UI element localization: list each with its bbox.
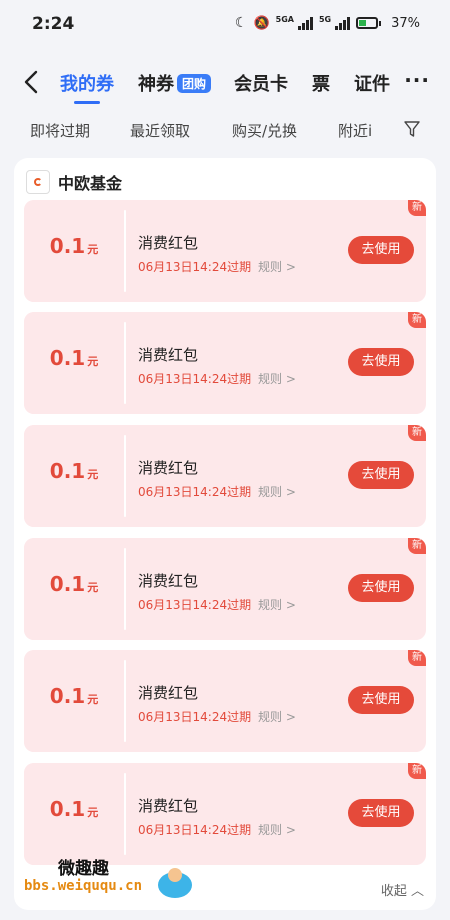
coupon-title: 消费红包 bbox=[138, 234, 199, 252]
coupon-amount: 0.1 元 bbox=[49, 797, 99, 821]
coupon-rules-link[interactable]: 规则 > bbox=[258, 821, 296, 838]
watermark: 微趣趣 bbs.weiququ.cn bbox=[14, 848, 214, 900]
signal-icon bbox=[297, 16, 313, 30]
status-bar: 2:24 ☾ 🔕 5GA 5G 37% bbox=[0, 0, 450, 52]
chevron-up-icon: ︿ bbox=[410, 884, 424, 899]
tab-member-card[interactable]: 会员卡 bbox=[234, 70, 288, 96]
new-badge: 新 bbox=[408, 312, 426, 328]
tab-super-coupons[interactable]: 神券 团购 bbox=[138, 70, 212, 96]
network-label-1: 5GA bbox=[275, 15, 294, 24]
network-label-2: 5G bbox=[318, 15, 332, 24]
coupon-amount: 0.1 元 bbox=[49, 234, 99, 258]
use-coupon-button[interactable]: 去使用 bbox=[348, 236, 414, 264]
mute-icon: 🔕 bbox=[253, 15, 270, 31]
new-badge: 新 bbox=[408, 200, 426, 216]
watermark-title: 微趣趣 bbox=[58, 859, 109, 879]
filter-expiring[interactable]: 即将过期 bbox=[30, 120, 90, 141]
new-badge: 新 bbox=[408, 425, 426, 441]
use-coupon-button[interactable]: 去使用 bbox=[348, 461, 414, 489]
status-icons: ☾ 🔕 5GA 5G 37% bbox=[235, 15, 420, 31]
coupon-expiry: 06月13日14:24过期 bbox=[138, 710, 252, 724]
coupon-expiry: 06月13日14:24过期 bbox=[138, 485, 252, 499]
coupon-item: 0.1 元 消费红包 06月13日14:24过期 规则 > 去使用 新 bbox=[24, 200, 426, 302]
tab-tickets[interactable]: 票 bbox=[312, 70, 330, 96]
battery-percent: 37% bbox=[391, 15, 420, 31]
use-coupon-button[interactable]: 去使用 bbox=[348, 799, 414, 827]
coupon-amount: 0.1 元 bbox=[49, 572, 99, 596]
coupon-item: 0.1 元 消费红包 06月13日14:24过期 规则 > 去使用 新 bbox=[24, 650, 426, 752]
mascot-icon bbox=[158, 868, 192, 898]
coupon-expiry: 06月13日14:24过期 bbox=[138, 598, 252, 612]
status-time: 2:24 bbox=[32, 14, 75, 34]
collapse-button[interactable]: 收起 ︿ bbox=[381, 880, 424, 899]
brand-logo bbox=[26, 170, 50, 194]
signal-icon-2 bbox=[335, 16, 351, 30]
coupon-rules-link[interactable]: 规则 > bbox=[258, 596, 296, 613]
new-badge: 新 bbox=[408, 538, 426, 554]
coupon-item: 0.1 元 消费红包 06月13日14:24过期 规则 > 去使用 新 bbox=[24, 538, 426, 640]
filter-bar: 即将过期 最近领取 购买/兑换 附近i bbox=[0, 118, 450, 144]
use-coupon-button[interactable]: 去使用 bbox=[348, 686, 414, 714]
coupon-expiry: 06月13日14:24过期 bbox=[138, 260, 252, 274]
back-arrow-icon[interactable] bbox=[20, 68, 44, 96]
coupon-title: 消费红包 bbox=[138, 797, 199, 815]
coupon-amount: 0.1 元 bbox=[49, 459, 99, 483]
coupon-item: 0.1 元 消费红包 06月13日14:24过期 规则 > 去使用 新 bbox=[24, 312, 426, 414]
tab-my-coupons[interactable]: 我的券 bbox=[60, 70, 114, 104]
top-nav: 我的券 神券 团购 会员卡 票 证件 ··· bbox=[0, 62, 450, 104]
filter-nearby[interactable]: 附近i bbox=[338, 120, 378, 141]
coupon-expiry: 06月13日14:24过期 bbox=[138, 372, 252, 386]
brand-coupon-card: 中欧基金 0.1 元 消费红包 06月13日14:24过期 规则 > 去使用 新 … bbox=[14, 158, 436, 910]
tab-documents[interactable]: 证件 bbox=[354, 70, 390, 96]
filter-funnel-icon[interactable] bbox=[404, 120, 420, 138]
coupon-title: 消费红包 bbox=[138, 346, 199, 364]
moon-icon: ☾ bbox=[234, 15, 248, 31]
watermark-url: bbs.weiququ.cn bbox=[24, 878, 143, 894]
new-badge: 新 bbox=[408, 763, 426, 779]
new-badge: 新 bbox=[408, 650, 426, 666]
collapse-label: 收起 bbox=[380, 884, 407, 899]
coupon-rules-link[interactable]: 规则 > bbox=[258, 708, 296, 725]
brand-header: 中欧基金 bbox=[26, 170, 122, 194]
coupon-amount: 0.1 元 bbox=[49, 346, 99, 370]
coupon-title: 消费红包 bbox=[138, 684, 199, 702]
group-buy-badge: 团购 bbox=[177, 74, 212, 93]
tab-super-coupons-label: 神券 bbox=[138, 74, 174, 95]
filter-recent[interactable]: 最近领取 bbox=[130, 120, 190, 141]
coupon-expiry: 06月13日14:24过期 bbox=[138, 823, 252, 837]
use-coupon-button[interactable]: 去使用 bbox=[348, 574, 414, 602]
more-icon[interactable]: ··· bbox=[404, 68, 430, 92]
coupon-amount: 0.1 元 bbox=[49, 684, 99, 708]
coupon-rules-link[interactable]: 规则 > bbox=[258, 258, 296, 275]
coupon-item: 0.1 元 消费红包 06月13日14:24过期 规则 > 去使用 新 bbox=[24, 425, 426, 527]
use-coupon-button[interactable]: 去使用 bbox=[348, 348, 414, 376]
coupon-rules-link[interactable]: 规则 > bbox=[258, 483, 296, 500]
coupon-title: 消费红包 bbox=[138, 459, 199, 477]
battery-icon bbox=[356, 17, 382, 29]
coupon-rules-link[interactable]: 规则 > bbox=[258, 370, 296, 387]
coupon-title: 消费红包 bbox=[138, 572, 199, 590]
filter-purchase[interactable]: 购买/兑换 bbox=[232, 120, 297, 141]
brand-name: 中欧基金 bbox=[58, 174, 123, 193]
